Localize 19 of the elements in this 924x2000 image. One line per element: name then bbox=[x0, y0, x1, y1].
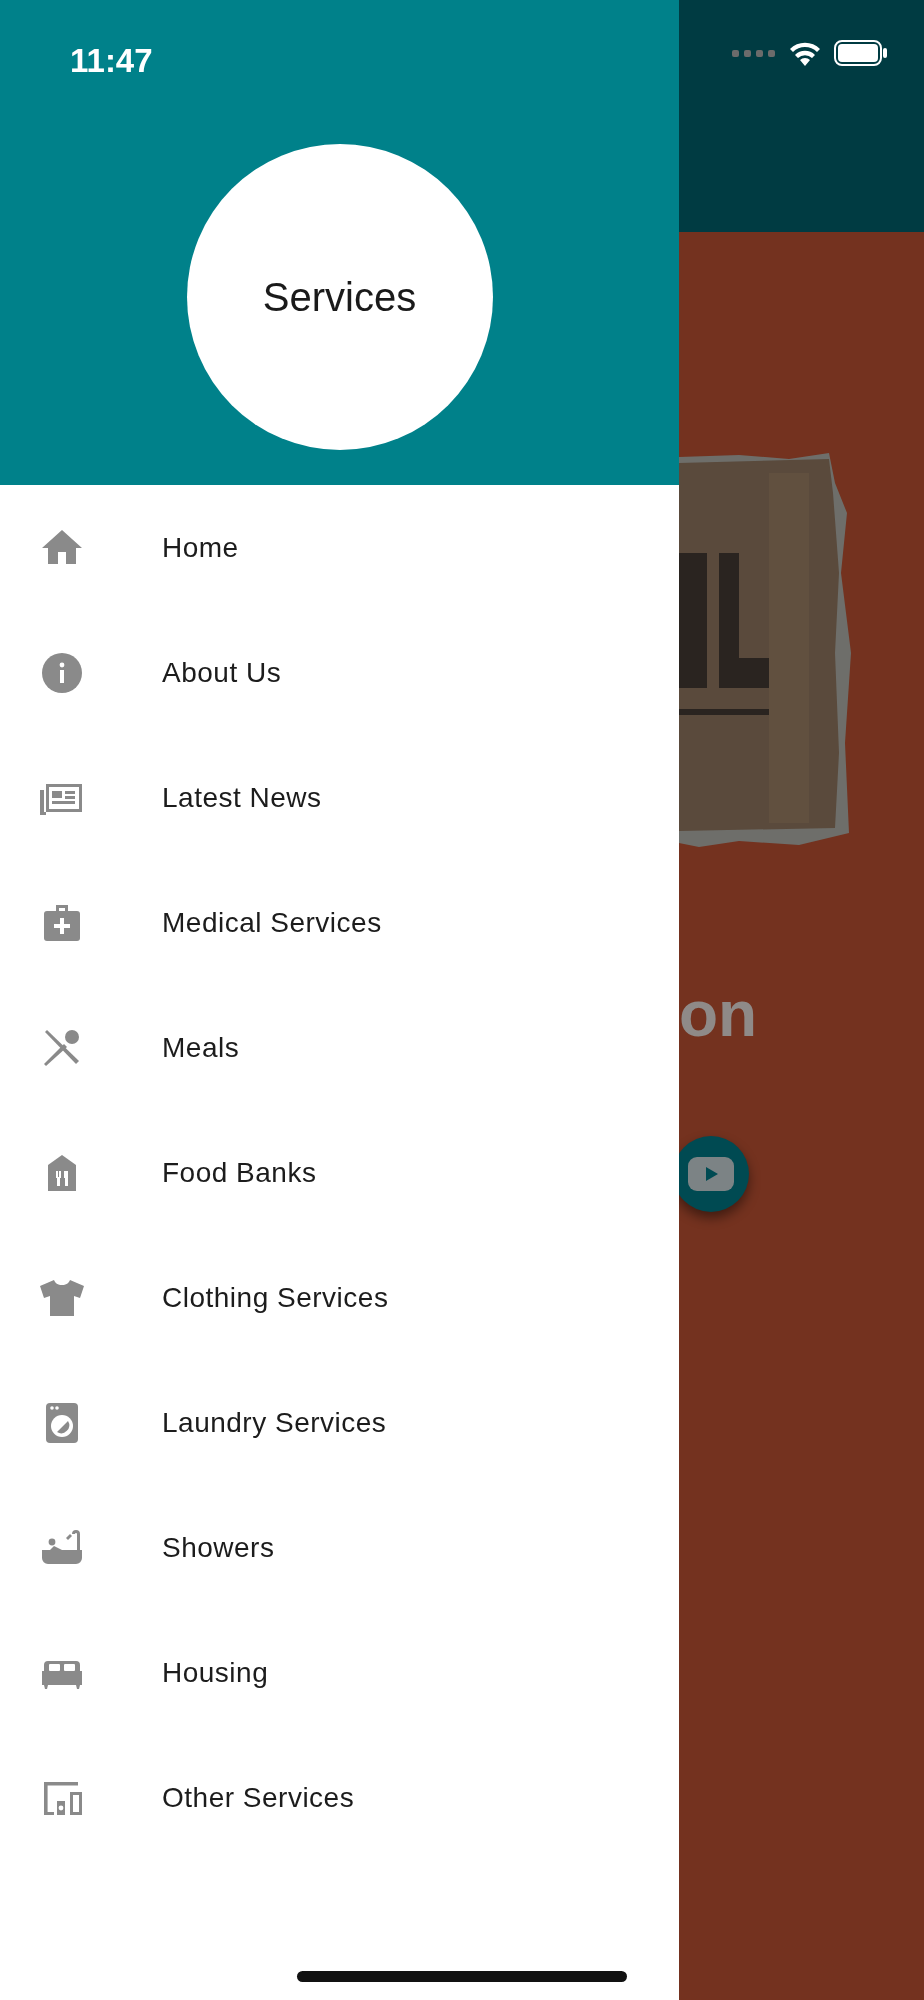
signal-icon bbox=[732, 48, 776, 58]
menu-item[interactable]: Housing bbox=[0, 1610, 679, 1735]
wifi-icon bbox=[788, 40, 822, 66]
menu-item[interactable]: Meals bbox=[0, 985, 679, 1110]
video-button[interactable] bbox=[679, 1136, 749, 1212]
menu-item[interactable]: Showers bbox=[0, 1485, 679, 1610]
menu-item[interactable]: Medical Services bbox=[0, 860, 679, 985]
avatar-circle: Services bbox=[186, 143, 493, 450]
menu-item[interactable]: Food Banks bbox=[0, 1110, 679, 1235]
battery-icon bbox=[834, 40, 888, 66]
menu-item[interactable]: About Us bbox=[0, 610, 679, 735]
play-icon bbox=[688, 1157, 734, 1191]
status-time: 11:47 bbox=[70, 41, 153, 81]
page-heading: on bbox=[679, 982, 758, 1046]
menu-item[interactable]: Other Services bbox=[0, 1735, 679, 1860]
menu-item[interactable]: Latest News bbox=[0, 735, 679, 860]
menu-item[interactable]: Home bbox=[0, 485, 679, 610]
menu-item[interactable]: Laundry Services bbox=[0, 1360, 679, 1485]
menu-item[interactable]: Clothing Services bbox=[0, 1235, 679, 1360]
